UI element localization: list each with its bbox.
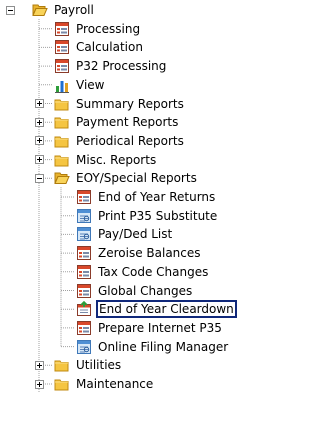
navigation-tree: Payroll Processing Calculation P32 Processi… bbox=[0, 0, 251, 442]
folder-icon bbox=[54, 357, 70, 373]
tree-node-label: Processing bbox=[76, 21, 141, 36]
collapse-toggle-icon[interactable] bbox=[6, 5, 15, 15]
report-icon bbox=[76, 189, 92, 205]
report-icon bbox=[54, 21, 70, 37]
tree-node-label: Summary Reports bbox=[76, 96, 184, 111]
expand-toggle-icon[interactable] bbox=[35, 379, 44, 389]
tree-node-label: EOY/Special Reports bbox=[76, 171, 197, 186]
collapse-toggle-icon[interactable] bbox=[35, 173, 44, 183]
tree-node-label: P32 Processing bbox=[76, 59, 167, 74]
bar-chart-icon bbox=[54, 77, 70, 93]
tree-node-view[interactable]: View bbox=[54, 76, 106, 94]
tree-node-processing[interactable]: Processing bbox=[54, 20, 142, 38]
tree-node-label: Tax Code Changes bbox=[98, 264, 209, 279]
folder-open-icon bbox=[32, 2, 48, 18]
cleardown-icon bbox=[76, 301, 92, 317]
preview-icon bbox=[76, 339, 92, 355]
tree-node-label: View bbox=[76, 77, 105, 92]
tree-node-periodical-reports[interactable]: Periodical Reports bbox=[54, 132, 186, 150]
tree-node-print-p35-substitute[interactable]: Print P35 Substitute bbox=[76, 207, 219, 225]
tree-node-label: Pay/Ded List bbox=[98, 227, 173, 242]
folder-icon bbox=[54, 376, 70, 392]
expand-toggle-icon[interactable] bbox=[35, 99, 44, 108]
tree-node-tax-code-changes[interactable]: Tax Code Changes bbox=[76, 263, 210, 281]
tree-node-label: Periodical Reports bbox=[76, 133, 184, 148]
folder-icon bbox=[54, 152, 70, 168]
tree-node-label: Print P35 Substitute bbox=[98, 208, 218, 223]
tree-node-label: Misc. Reports bbox=[76, 152, 157, 167]
tree-node-end-of-year-cleardown[interactable]: End of Year Cleardown bbox=[76, 300, 237, 319]
tree-node-label: Zeroise Balances bbox=[98, 246, 201, 261]
tree-node-label: Online Filing Manager bbox=[98, 339, 229, 354]
tree-node-eoy-special-reports[interactable]: EOY/Special Reports bbox=[54, 169, 199, 187]
report-icon bbox=[76, 264, 92, 280]
tree-node-label: Payroll bbox=[54, 3, 94, 17]
tree-node-label: End of Year Returns bbox=[98, 190, 216, 204]
report-icon bbox=[54, 58, 70, 74]
report-icon bbox=[76, 283, 92, 299]
tree-node-label: Payment Reports bbox=[76, 115, 179, 130]
tree-node-label: Calculation bbox=[76, 40, 143, 55]
tree-node-global-changes[interactable]: Global Changes bbox=[76, 282, 194, 300]
tree-node-payroll[interactable]: Payroll bbox=[32, 1, 96, 19]
tree-node-utilities[interactable]: Utilities bbox=[54, 356, 123, 374]
expand-toggle-icon[interactable] bbox=[35, 155, 44, 165]
folder-icon bbox=[54, 133, 70, 149]
tree-node-label: Prepare Internet P35 bbox=[98, 320, 222, 335]
tree-node-zeroise-balances[interactable]: Zeroise Balances bbox=[76, 244, 203, 262]
tree-node-label: End of Year Cleardown bbox=[96, 300, 237, 319]
preview-icon bbox=[76, 226, 92, 242]
tree-node-pay-ded-list[interactable]: Pay/Ded List bbox=[76, 225, 174, 243]
tree-node-misc-reports[interactable]: Misc. Reports bbox=[54, 151, 158, 169]
folder-icon bbox=[54, 96, 70, 112]
tree-node-end-of-year-returns[interactable]: End of Year Returns bbox=[76, 188, 217, 206]
expand-toggle-icon[interactable] bbox=[35, 360, 44, 370]
tree-node-prepare-internet-p35[interactable]: Prepare Internet P35 bbox=[76, 319, 224, 337]
tree-node-online-filing-manager[interactable]: Online Filing Manager bbox=[76, 338, 230, 356]
tree-node-label: Utilities bbox=[76, 358, 122, 373]
expand-toggle-icon[interactable] bbox=[35, 117, 44, 127]
expand-toggle-icon[interactable] bbox=[35, 136, 44, 146]
preview-icon bbox=[76, 208, 92, 224]
tree-node-p32-processing[interactable]: P32 Processing bbox=[54, 57, 168, 75]
tree-node-payment-reports[interactable]: Payment Reports bbox=[54, 113, 180, 131]
report-icon bbox=[76, 320, 92, 336]
tree-node-summary-reports[interactable]: Summary Reports bbox=[54, 95, 186, 113]
tree-node-label: Maintenance bbox=[76, 377, 154, 391]
report-icon bbox=[54, 39, 70, 55]
tree-node-maintenance[interactable]: Maintenance bbox=[54, 375, 155, 393]
tree-node-label: Global Changes bbox=[98, 283, 193, 298]
folder-open-icon bbox=[54, 170, 70, 186]
tree-node-calculation[interactable]: Calculation bbox=[54, 38, 145, 56]
report-icon bbox=[76, 245, 92, 261]
folder-icon bbox=[54, 114, 70, 130]
